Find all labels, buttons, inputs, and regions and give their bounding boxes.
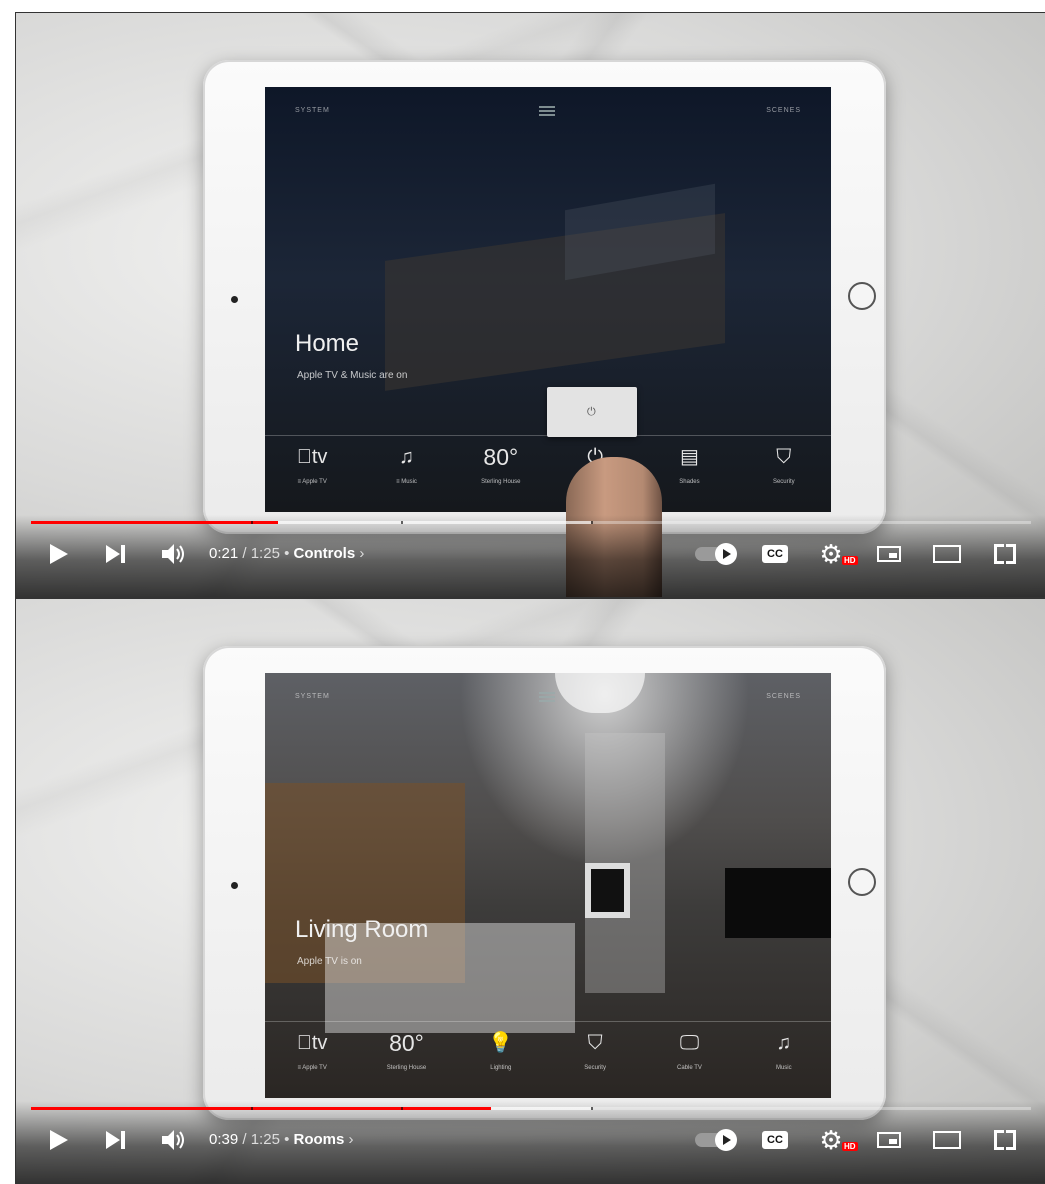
lightbulb-icon: 💡 <box>488 1032 514 1054</box>
thermostat-icon: 80° <box>389 1030 424 1056</box>
room-status: Apple TV & Music are on <box>297 370 408 381</box>
dock-label: Sterling House <box>481 479 521 485</box>
apple-tv-icon: tv <box>297 446 328 468</box>
chapter-marker <box>251 1107 253 1110</box>
settings-button[interactable]: ⚙ <box>816 535 846 573</box>
chapter-marker <box>401 521 403 524</box>
theater-mode-icon <box>933 545 961 563</box>
dock-label: Lighting <box>490 1065 512 1071</box>
autoplay-icon <box>695 1129 737 1151</box>
fullscreen-icon <box>994 1130 1016 1150</box>
dock-label: ≡ Apple TV <box>297 1065 327 1071</box>
theater-mode-icon <box>933 1131 961 1149</box>
ipad-device: SYSTEM SCENES Home Apple TV & Music are … <box>203 60 886 534</box>
dock-label: Shades <box>679 479 700 485</box>
fullscreen-button[interactable] <box>990 1121 1020 1159</box>
miniplayer-button[interactable] <box>874 535 904 573</box>
hd-badge: HD <box>842 556 858 565</box>
cc-icon: CC <box>762 545 788 563</box>
fullscreen-icon <box>994 544 1016 564</box>
gear-icon: ⚙ <box>819 1124 843 1155</box>
chapter-marker <box>401 1107 403 1110</box>
music-icon: ♫ <box>776 1032 792 1054</box>
theater-mode-button[interactable] <box>930 535 964 573</box>
dock-item-thermostat: 80° Sterling House <box>366 1029 446 1094</box>
chapter-marker <box>251 521 253 524</box>
miniplayer-button[interactable] <box>874 1121 904 1159</box>
autoplay-toggle[interactable] <box>692 1121 737 1159</box>
ceiling-lamp <box>555 673 645 713</box>
player-controls: 0:39 / 1:25 • Rooms › CC ⚙ HD <box>16 1101 1045 1183</box>
scenes-tab: SCENES <box>766 107 801 114</box>
progress-bar[interactable] <box>31 1107 1031 1110</box>
scenes-tab: SCENES <box>766 693 801 700</box>
system-tab: SYSTEM <box>295 107 330 114</box>
power-icon: ⏻ <box>587 406 596 418</box>
dock-item-lighting: 💡 Lighting <box>461 1029 541 1094</box>
wall-tv <box>725 868 831 938</box>
dock-item-thermostat: 80° Sterling House <box>461 443 541 508</box>
dock-item-apple-tv: tv ≡ Apple TV <box>272 443 352 508</box>
dock-label: Music <box>775 1065 792 1071</box>
captions-button[interactable]: CC <box>760 1121 790 1159</box>
settings-button[interactable]: ⚙ <box>816 1121 846 1159</box>
player-controls: 0:21 / 1:25 • Controls › CC ⚙ HD <box>16 515 1045 597</box>
ipad-screen: SYSTEM SCENES Home Apple TV & Music are … <box>265 87 831 512</box>
security-icon: ⛉ <box>776 446 792 468</box>
ipad-device: SYSTEM SCENES Living Room Apple TV is on… <box>203 646 886 1120</box>
gear-icon: ⚙ <box>819 538 843 569</box>
hamburger-menu-icon <box>539 106 555 116</box>
fullscreen-button[interactable] <box>990 535 1020 573</box>
autoplay-icon <box>695 543 737 565</box>
dock-item-music: ♫ ≡ Music <box>366 443 446 508</box>
hamburger-menu-icon <box>539 692 555 702</box>
device-dock: tv ≡ Apple TV ♫ ≡ Music 80° Sterling Ho… <box>265 443 831 508</box>
progress-played <box>31 521 278 524</box>
shades-icon: ▤ <box>680 446 699 468</box>
autoplay-toggle[interactable] <box>692 535 737 573</box>
dock-label: Cable TV <box>677 1065 702 1071</box>
cc-icon: CC <box>762 1131 788 1149</box>
music-icon: ♫ <box>398 446 414 468</box>
ipad-home-button <box>848 868 876 896</box>
miniplayer-icon <box>877 1132 901 1148</box>
dock-item-music: ♫ Music <box>744 1029 824 1094</box>
dock-item-cable-tv: 🖵 Cable TV <box>649 1029 729 1094</box>
fireplace <box>585 863 630 918</box>
chapter-marker <box>591 1107 593 1110</box>
ipad-home-button <box>848 282 876 310</box>
video-frame-1[interactable]: SYSTEM SCENES Home Apple TV & Music are … <box>15 12 1045 598</box>
power-popup: ⏻ <box>547 387 637 437</box>
security-icon: ⛉ <box>587 1032 603 1054</box>
dock-label: ≡ Apple TV <box>297 479 327 485</box>
ipad-screen: SYSTEM SCENES Living Room Apple TV is on… <box>265 673 831 1098</box>
dock-label: Security <box>584 1065 606 1071</box>
dock-item-security: ⛉ Security <box>555 1029 635 1094</box>
thermostat-icon: 80° <box>483 444 519 470</box>
device-dock: tv ≡ Apple TV 80° Sterling House 💡 Ligh… <box>265 1029 831 1094</box>
apple-tv-icon: tv <box>297 1032 328 1054</box>
dock-label: ≡ Music <box>396 479 417 485</box>
ipad-camera <box>231 296 238 303</box>
dock-label: Security <box>772 479 795 485</box>
room-status: Apple TV is on <box>297 956 362 967</box>
miniplayer-icon <box>877 546 901 562</box>
dock-item-security: ⛉ Security <box>744 443 824 508</box>
video-frame-2[interactable]: SYSTEM SCENES Living Room Apple TV is on… <box>15 598 1045 1184</box>
dock-item-apple-tv: tv ≡ Apple TV <box>272 1029 352 1094</box>
dock-label: Sterling House <box>386 1065 427 1071</box>
tv-icon: 🖵 <box>679 1032 700 1054</box>
room-title: Living Room <box>295 916 429 943</box>
captions-button[interactable]: CC <box>760 535 790 573</box>
chapter-marker <box>591 521 593 524</box>
room-title: Home <box>295 330 360 357</box>
progress-played <box>31 1107 491 1110</box>
theater-mode-button[interactable] <box>930 1121 964 1159</box>
hd-badge: HD <box>842 1142 858 1151</box>
system-tab: SYSTEM <box>295 693 330 700</box>
progress-bar[interactable] <box>31 521 1031 524</box>
dock-divider <box>265 1021 831 1022</box>
ipad-camera <box>231 882 238 889</box>
